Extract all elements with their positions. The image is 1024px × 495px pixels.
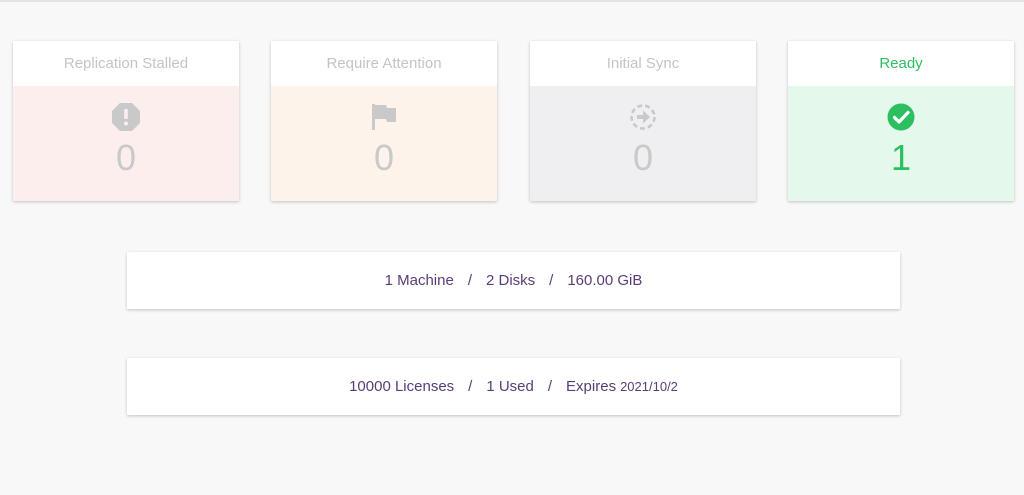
card-body: 0 bbox=[530, 86, 756, 201]
license-summary-bar: 10000 Licenses / 1 Used / Expires 2021/1… bbox=[127, 358, 900, 415]
card-title: Require Attention bbox=[271, 41, 497, 86]
ready-card[interactable]: Ready 1 bbox=[788, 41, 1014, 201]
top-divider bbox=[0, 0, 1024, 2]
separator: / bbox=[468, 378, 473, 395]
licenses-used: 1 Used bbox=[486, 378, 534, 395]
expires-label: Expires bbox=[566, 378, 617, 395]
disk-count[interactable]: 2 Disks bbox=[486, 272, 535, 289]
card-title: Replication Stalled bbox=[13, 41, 239, 86]
replication-stalled-card[interactable]: Replication Stalled 0 bbox=[13, 41, 239, 201]
expires-date: 2021/10/2 bbox=[620, 379, 678, 394]
card-title: Initial Sync bbox=[530, 41, 756, 86]
exclamation-octagon-icon bbox=[13, 102, 239, 132]
total-size: 160.00 GiB bbox=[567, 272, 643, 289]
card-count: 1 bbox=[890, 137, 912, 178]
card-body: 0 bbox=[271, 86, 497, 201]
require-attention-card[interactable]: Require Attention 0 bbox=[271, 41, 497, 201]
card-body: 0 bbox=[13, 86, 239, 201]
flag-icon bbox=[271, 102, 497, 132]
check-circle-icon bbox=[788, 102, 1014, 132]
card-count: 0 bbox=[373, 137, 395, 178]
machine-count[interactable]: 1 Machine bbox=[385, 272, 454, 289]
separator: / bbox=[467, 272, 472, 289]
license-count[interactable]: 10000 Licenses bbox=[349, 378, 454, 395]
card-body: 1 bbox=[788, 86, 1014, 201]
initial-sync-card[interactable]: Initial Sync 0 bbox=[530, 41, 756, 201]
card-count: 0 bbox=[115, 137, 137, 178]
sync-arrow-circle-icon bbox=[530, 102, 756, 132]
card-title: Ready bbox=[788, 41, 1014, 86]
card-count: 0 bbox=[632, 137, 654, 178]
separator: / bbox=[547, 378, 553, 395]
separator: / bbox=[549, 272, 554, 289]
inventory-summary-bar: 1 Machine / 2 Disks / 160.00 GiB bbox=[127, 252, 900, 309]
